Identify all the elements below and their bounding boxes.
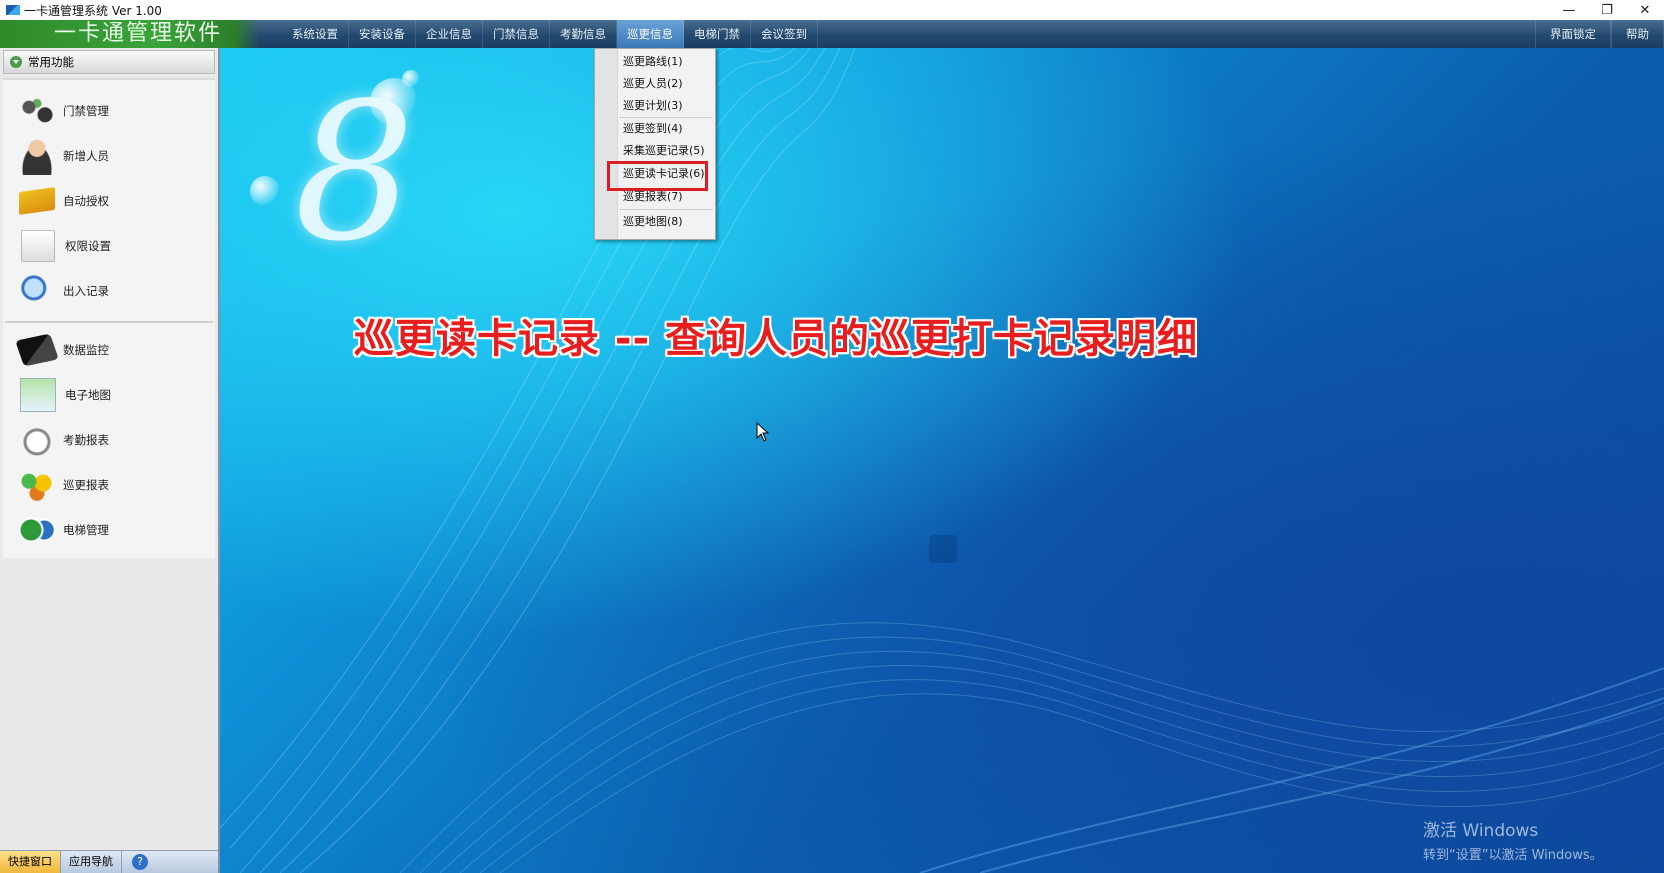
menu-item-patrol-plan[interactable]: 巡更计划(3) [623,97,683,115]
menu-item-patrol-route[interactable]: 巡更路线(1) [623,53,683,71]
sidebar-item-auto-authorize[interactable]: 自动授权 [3,178,215,223]
wave-decoration [220,48,1664,873]
clock-icon [17,420,57,459]
sidebar-item-label: 电子地图 [65,387,111,402]
sidebar-item-label: 出入记录 [63,283,109,298]
menu-item-patrol-map[interactable]: 巡更地图(8) [623,213,683,231]
main-background: 8 巡更读卡记录 -- 查询人员的巡更打卡记录明细 激活 Windows 转到“… [220,48,1664,873]
window-titlebar: 一卡通管理系统 Ver 1.00 — ❐ ✕ [0,0,1664,20]
help-icon[interactable]: ? [132,854,148,870]
sidebar-item-label: 自动授权 [63,193,109,208]
menu-separator [619,117,713,118]
sidebar-item-label: 考勤报表 [63,432,109,447]
patrol-report-icon [17,465,57,504]
restore-button[interactable]: ❐ [1588,0,1626,20]
menu-lock-ui[interactable]: 界面锁定 [1535,20,1611,48]
menu-help[interactable]: 帮助 [1611,20,1664,48]
mouse-cursor-icon [756,422,770,442]
sidebar: 常用功能 门禁管理 新增人员 自动授权 权限设置 出入记录 数据监控 电子地图 … [0,48,220,873]
menu-elevator-access[interactable]: 电梯门禁 [684,20,751,48]
sidebar-item-label: 数据监控 [63,342,109,357]
sidebar-item-attendance-report[interactable]: 考勤报表 [3,417,215,462]
menu-item-patrol-signin[interactable]: 巡更签到(4) [623,120,683,138]
sidebar-item-patrol-report[interactable]: 巡更报表 [3,462,215,507]
annotation-caption: 巡更读卡记录 -- 查询人员的巡更打卡记录明细 [354,316,1199,362]
menubar: 一卡通管理软件 系统设置 安装设备 企业信息 门禁信息 考勤信息 巡更信息 电梯… [0,20,1664,48]
shortcut-panel: 门禁管理 新增人员 自动授权 权限设置 出入记录 数据监控 电子地图 考勤报表 … [3,78,215,558]
sidebar-item-add-person[interactable]: 新增人员 [3,133,215,178]
menu-item-patrol-staff[interactable]: 巡更人员(2) [623,75,683,93]
camera-icon [15,333,59,366]
sidebar-item-elevator-management[interactable]: 电梯管理 [3,507,215,552]
menu-door-info[interactable]: 门禁信息 [483,20,550,48]
patrol-dropdown-menu: 巡更路线(1) 巡更人员(2) 巡更计划(3) 巡更签到(4) 采集巡更记录(5… [594,48,716,240]
menu-company-info[interactable]: 企业信息 [416,20,483,48]
menu-install-devices[interactable]: 安装设备 [349,20,416,48]
tab-shortcut-window[interactable]: 快捷窗口 [0,851,61,873]
door-control-icon [17,91,57,130]
logo-8: 8 [294,62,415,283]
menu-item-collect-patrol-records[interactable]: 采集巡更记录(5) [623,142,705,160]
search-record-icon [17,271,57,310]
menu-attendance-info[interactable]: 考勤信息 [550,20,617,48]
sidebar-item-door-control[interactable]: 门禁管理 [3,88,215,133]
map-icon [20,377,56,412]
menu-meeting-signin[interactable]: 会议签到 [751,20,818,48]
permission-icon [21,229,55,262]
window-title: 一卡通管理系统 Ver 1.00 [24,3,162,18]
window-controls: — ❐ ✕ [1550,0,1664,20]
sidebar-item-label: 门禁管理 [63,103,109,118]
person-icon [17,136,57,175]
brand-title: 一卡通管理软件 [0,20,260,48]
sidebar-header-label: 常用功能 [28,55,74,69]
menu-patrol-info[interactable]: 巡更信息 [617,20,684,48]
activation-line-1: 激活 Windows [1423,821,1539,841]
tab-app-navigation[interactable]: 应用导航 [61,851,122,873]
sidebar-item-data-monitor[interactable]: 数据监控 [3,327,215,372]
menu-gutter [595,49,618,239]
menu-separator [619,209,713,210]
sidebar-item-e-map[interactable]: 电子地图 [3,372,215,417]
card-icon [19,186,55,215]
activation-line-2: 转到“设置”以激活 Windows。 [1423,848,1603,863]
sidebar-bottom-tabs: 快捷窗口 应用导航 ? [0,850,218,873]
sidebar-header[interactable]: 常用功能 [3,50,215,74]
windows-activation-watermark: 激活 Windows 转到“设置”以激活 Windows。 [1423,816,1603,863]
search-icon [929,535,957,563]
close-button[interactable]: ✕ [1626,0,1664,20]
sidebar-item-permission-settings[interactable]: 权限设置 [3,223,215,268]
bubble-left [250,176,280,206]
app-icon [6,5,20,15]
sidebar-item-label: 权限设置 [65,238,111,253]
sidebar-item-access-records[interactable]: 出入记录 [3,268,215,313]
collapse-icon[interactable] [10,56,22,68]
sidebar-item-label: 电梯管理 [63,522,109,537]
main-menu: 系统设置 安装设备 企业信息 门禁信息 考勤信息 巡更信息 电梯门禁 会议签到 [282,20,818,48]
menu-system-settings[interactable]: 系统设置 [282,20,349,48]
menu-right: 界面锁定 帮助 [1535,20,1664,48]
elevator-icon [17,510,57,549]
sidebar-item-label: 新增人员 [63,148,109,163]
minimize-button[interactable]: — [1550,0,1588,20]
highlight-box [607,161,708,191]
sidebar-item-label: 巡更报表 [63,477,109,492]
